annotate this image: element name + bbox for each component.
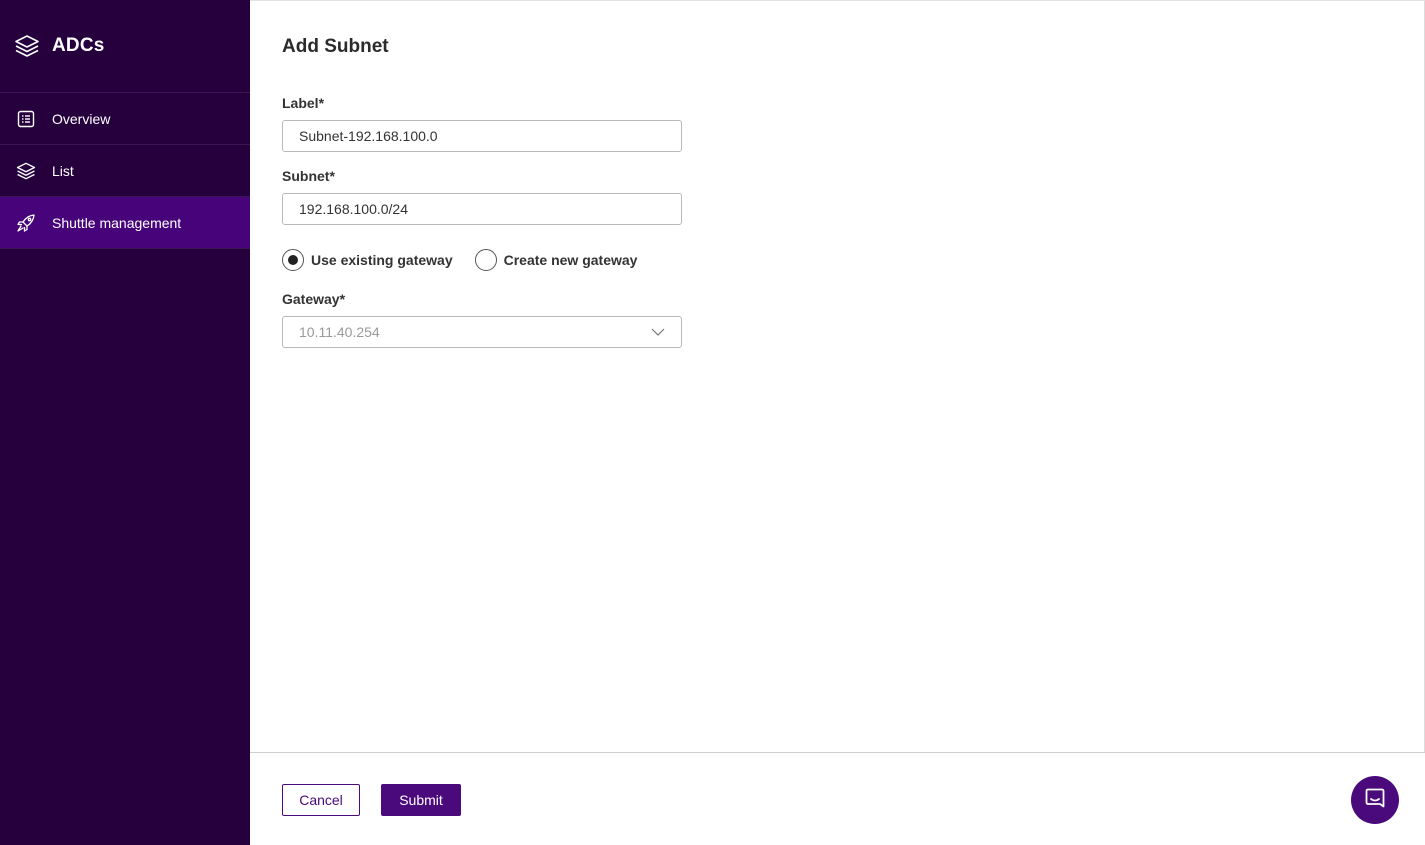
sidebar-item-list[interactable]: List [0, 145, 250, 197]
sidebar-item-label: List [52, 162, 74, 179]
add-subnet-panel: Add Subnet Label* Subnet* Use existing g… [250, 0, 1425, 845]
layers-icon [13, 33, 40, 60]
use-existing-gateway-radio[interactable]: Use existing gateway [282, 249, 453, 271]
page-title: Add Subnet [282, 36, 389, 57]
rocket-icon [16, 213, 36, 233]
radio-selected-icon [282, 249, 304, 271]
sidebar: ADCs Overview List Shuttle management [0, 0, 250, 845]
gateway-select[interactable]: 10.11.40.254 [282, 316, 682, 348]
sidebar-item-shuttle-management[interactable]: Shuttle management [0, 197, 250, 249]
label-input[interactable] [282, 120, 682, 152]
radio-label: Create new gateway [503, 252, 638, 268]
sidebar-item-overview[interactable]: Overview [0, 93, 250, 145]
subnet-field-label: Subnet* [282, 168, 335, 184]
gateway-select-value: 10.11.40.254 [299, 324, 380, 340]
chat-icon [1364, 787, 1386, 814]
app-title: ADCs [52, 35, 105, 56]
radio-unselected-icon [474, 249, 497, 271]
gateway-mode-radio-group: Use existing gateway Create new gateway [282, 249, 637, 271]
sidebar-header: ADCs [0, 0, 250, 93]
form-footer: Cancel Submit [250, 752, 1425, 845]
sidebar-item-label: Overview [52, 110, 111, 127]
label-field-label: Label* [282, 95, 325, 111]
submit-button[interactable]: Submit [381, 784, 461, 816]
gateway-field-label: Gateway* [282, 291, 346, 307]
overview-list-icon [16, 109, 36, 129]
create-new-gateway-radio[interactable]: Create new gateway [474, 249, 638, 271]
cancel-button[interactable]: Cancel [282, 784, 360, 816]
sidebar-item-label: Shuttle management [52, 214, 182, 231]
chat-launcher-button[interactable] [1351, 776, 1399, 824]
layers-icon [16, 161, 36, 181]
chevron-down-icon [651, 325, 665, 339]
radio-label: Use existing gateway [311, 252, 453, 268]
subnet-input[interactable] [282, 193, 682, 225]
